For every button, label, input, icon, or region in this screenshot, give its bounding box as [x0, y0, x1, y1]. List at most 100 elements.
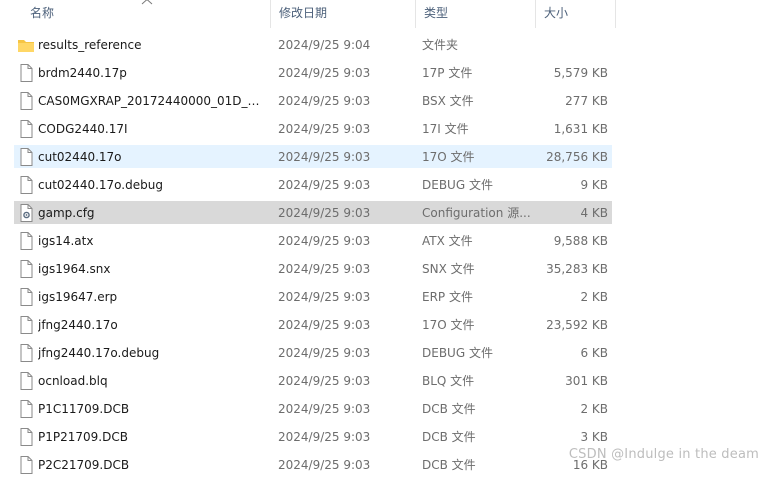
file-list: results_reference2024/9/25 9:04文件夹brdm24…: [0, 32, 763, 480]
file-modified-date: 2024/9/25 9:03: [278, 312, 410, 338]
file-name: P2C21709.DCB: [38, 452, 266, 478]
file-size: 301 KB: [536, 368, 608, 394]
file-type: 17I 文件: [422, 116, 532, 142]
file-size: [536, 32, 608, 58]
file-row[interactable]: igs14.atx 2024/9/25 9:03 ATX 文件9,588 KB: [0, 228, 763, 256]
watermark-text: CSDN @Indulge in the deam: [569, 447, 759, 462]
file-icon: [17, 63, 35, 83]
file-size: 9 KB: [536, 172, 608, 198]
file-size: 35,283 KB: [536, 256, 608, 282]
file-type: 17O 文件: [422, 312, 532, 338]
file-size: 6 KB: [536, 340, 608, 366]
file-modified-date: 2024/9/25 9:03: [278, 340, 410, 366]
file-type: SNX 文件: [422, 256, 532, 282]
file-type: DCB 文件: [422, 396, 532, 422]
file-row[interactable]: brdm2440.17p 2024/9/25 9:03 17P 文件5,579 KB: [0, 60, 763, 88]
file-icon: [17, 455, 35, 475]
file-icon: [17, 119, 35, 139]
file-name: P1C11709.DCB: [38, 396, 266, 422]
file-modified-date: 2024/9/25 9:03: [278, 256, 410, 282]
file-row[interactable]: cut02440.17o.debug 2024/9/25 9:03 DEBUG 文件…: [0, 172, 763, 200]
file-icon: [17, 147, 35, 167]
file-modified-date: 2024/9/25 9:03: [278, 368, 410, 394]
config-file-icon: [17, 203, 35, 223]
file-row[interactable]: gamp.cfg 2024/9/25 9:03 Configuration 源...…: [0, 200, 763, 228]
file-size: 28,756 KB: [536, 144, 608, 170]
file-type: DCB 文件: [422, 424, 532, 450]
file-row[interactable]: ocnload.blq 2024/9/25 9:03 BLQ 文件301 KB: [0, 368, 763, 396]
file-name: igs1964.snx: [38, 256, 266, 282]
file-name: jfng2440.17o: [38, 312, 266, 338]
file-name: cut02440.17o: [38, 144, 266, 170]
file-icon: [17, 175, 35, 195]
file-modified-date: 2024/9/25 9:04: [278, 32, 410, 58]
file-modified-date: 2024/9/25 9:03: [278, 200, 410, 226]
file-size: 277 KB: [536, 88, 608, 114]
column-header-type[interactable]: 类型: [415, 0, 535, 28]
file-modified-date: 2024/9/25 9:03: [278, 144, 410, 170]
file-name: brdm2440.17p: [38, 60, 266, 86]
file-name: cut02440.17o.debug: [38, 172, 266, 198]
file-row[interactable]: igs19647.erp 2024/9/25 9:03 ERP 文件2 KB: [0, 284, 763, 312]
column-header-name[interactable]: 名称: [22, 0, 270, 28]
column-header-bar: 名称 修改日期 类型 大小: [0, 0, 763, 28]
file-size: 23,592 KB: [536, 312, 608, 338]
file-size: 5,579 KB: [536, 60, 608, 86]
file-modified-date: 2024/9/25 9:03: [278, 228, 410, 254]
column-header-size[interactable]: 大小: [535, 0, 615, 28]
folder-icon: [17, 35, 35, 55]
file-name: jfng2440.17o.debug: [38, 340, 266, 366]
file-icon: [17, 231, 35, 251]
file-name: P1P21709.DCB: [38, 424, 266, 450]
file-icon: [17, 315, 35, 335]
file-modified-date: 2024/9/25 9:03: [278, 396, 410, 422]
file-row[interactable]: P1C11709.DCB 2024/9/25 9:03 DCB 文件2 KB: [0, 396, 763, 424]
file-type: Configuration 源...: [422, 200, 532, 226]
file-row[interactable]: igs1964.snx 2024/9/25 9:03 SNX 文件35,283 KB: [0, 256, 763, 284]
file-modified-date: 2024/9/25 9:03: [278, 88, 410, 114]
file-type: 17P 文件: [422, 60, 532, 86]
file-type: BSX 文件: [422, 88, 532, 114]
file-row[interactable]: cut02440.17o 2024/9/25 9:03 17O 文件28,756 K…: [0, 144, 763, 172]
file-type: 文件夹: [422, 32, 532, 58]
column-header-date[interactable]: 修改日期: [270, 0, 415, 28]
file-type: BLQ 文件: [422, 368, 532, 394]
file-modified-date: 2024/9/25 9:03: [278, 172, 410, 198]
file-type: DEBUG 文件: [422, 172, 532, 198]
column-header-spacer: [615, 0, 763, 28]
file-row[interactable]: jfng2440.17o 2024/9/25 9:03 17O 文件23,592 K…: [0, 312, 763, 340]
file-type: ATX 文件: [422, 228, 532, 254]
file-type: ERP 文件: [422, 284, 532, 310]
file-modified-date: 2024/9/25 9:03: [278, 452, 410, 478]
file-size: 2 KB: [536, 284, 608, 310]
file-row[interactable]: CODG2440.17I 2024/9/25 9:03 17I 文件1,631 KB: [0, 116, 763, 144]
file-icon: [17, 371, 35, 391]
file-modified-date: 2024/9/25 9:03: [278, 284, 410, 310]
file-name: CAS0MGXRAP_20172440000_01D_01...: [38, 88, 266, 114]
file-size: 4 KB: [536, 200, 608, 226]
file-name: ocnload.blq: [38, 368, 266, 394]
file-icon: [17, 91, 35, 111]
file-row[interactable]: jfng2440.17o.debug 2024/9/25 9:03 DEBUG 文件…: [0, 340, 763, 368]
file-icon: [17, 343, 35, 363]
file-name: igs14.atx: [38, 228, 266, 254]
file-row[interactable]: results_reference 2024/9/25 9:04 文件夹: [0, 32, 763, 60]
file-modified-date: 2024/9/25 9:03: [278, 116, 410, 142]
file-size: 2 KB: [536, 396, 608, 422]
file-type: DEBUG 文件: [422, 340, 532, 366]
file-icon: [17, 427, 35, 447]
file-name: CODG2440.17I: [38, 116, 266, 142]
file-row[interactable]: CAS0MGXRAP_20172440000_01D_01... 2024/9/2…: [0, 88, 763, 116]
file-size: 9,588 KB: [536, 228, 608, 254]
file-size: 1,631 KB: [536, 116, 608, 142]
file-modified-date: 2024/9/25 9:03: [278, 60, 410, 86]
file-type: 17O 文件: [422, 144, 532, 170]
file-icon: [17, 399, 35, 419]
file-icon: [17, 259, 35, 279]
file-name: igs19647.erp: [38, 284, 266, 310]
file-modified-date: 2024/9/25 9:03: [278, 424, 410, 450]
file-name: results_reference: [38, 32, 266, 58]
file-name: gamp.cfg: [38, 200, 266, 226]
file-icon: [17, 287, 35, 307]
file-type: DCB 文件: [422, 452, 532, 478]
